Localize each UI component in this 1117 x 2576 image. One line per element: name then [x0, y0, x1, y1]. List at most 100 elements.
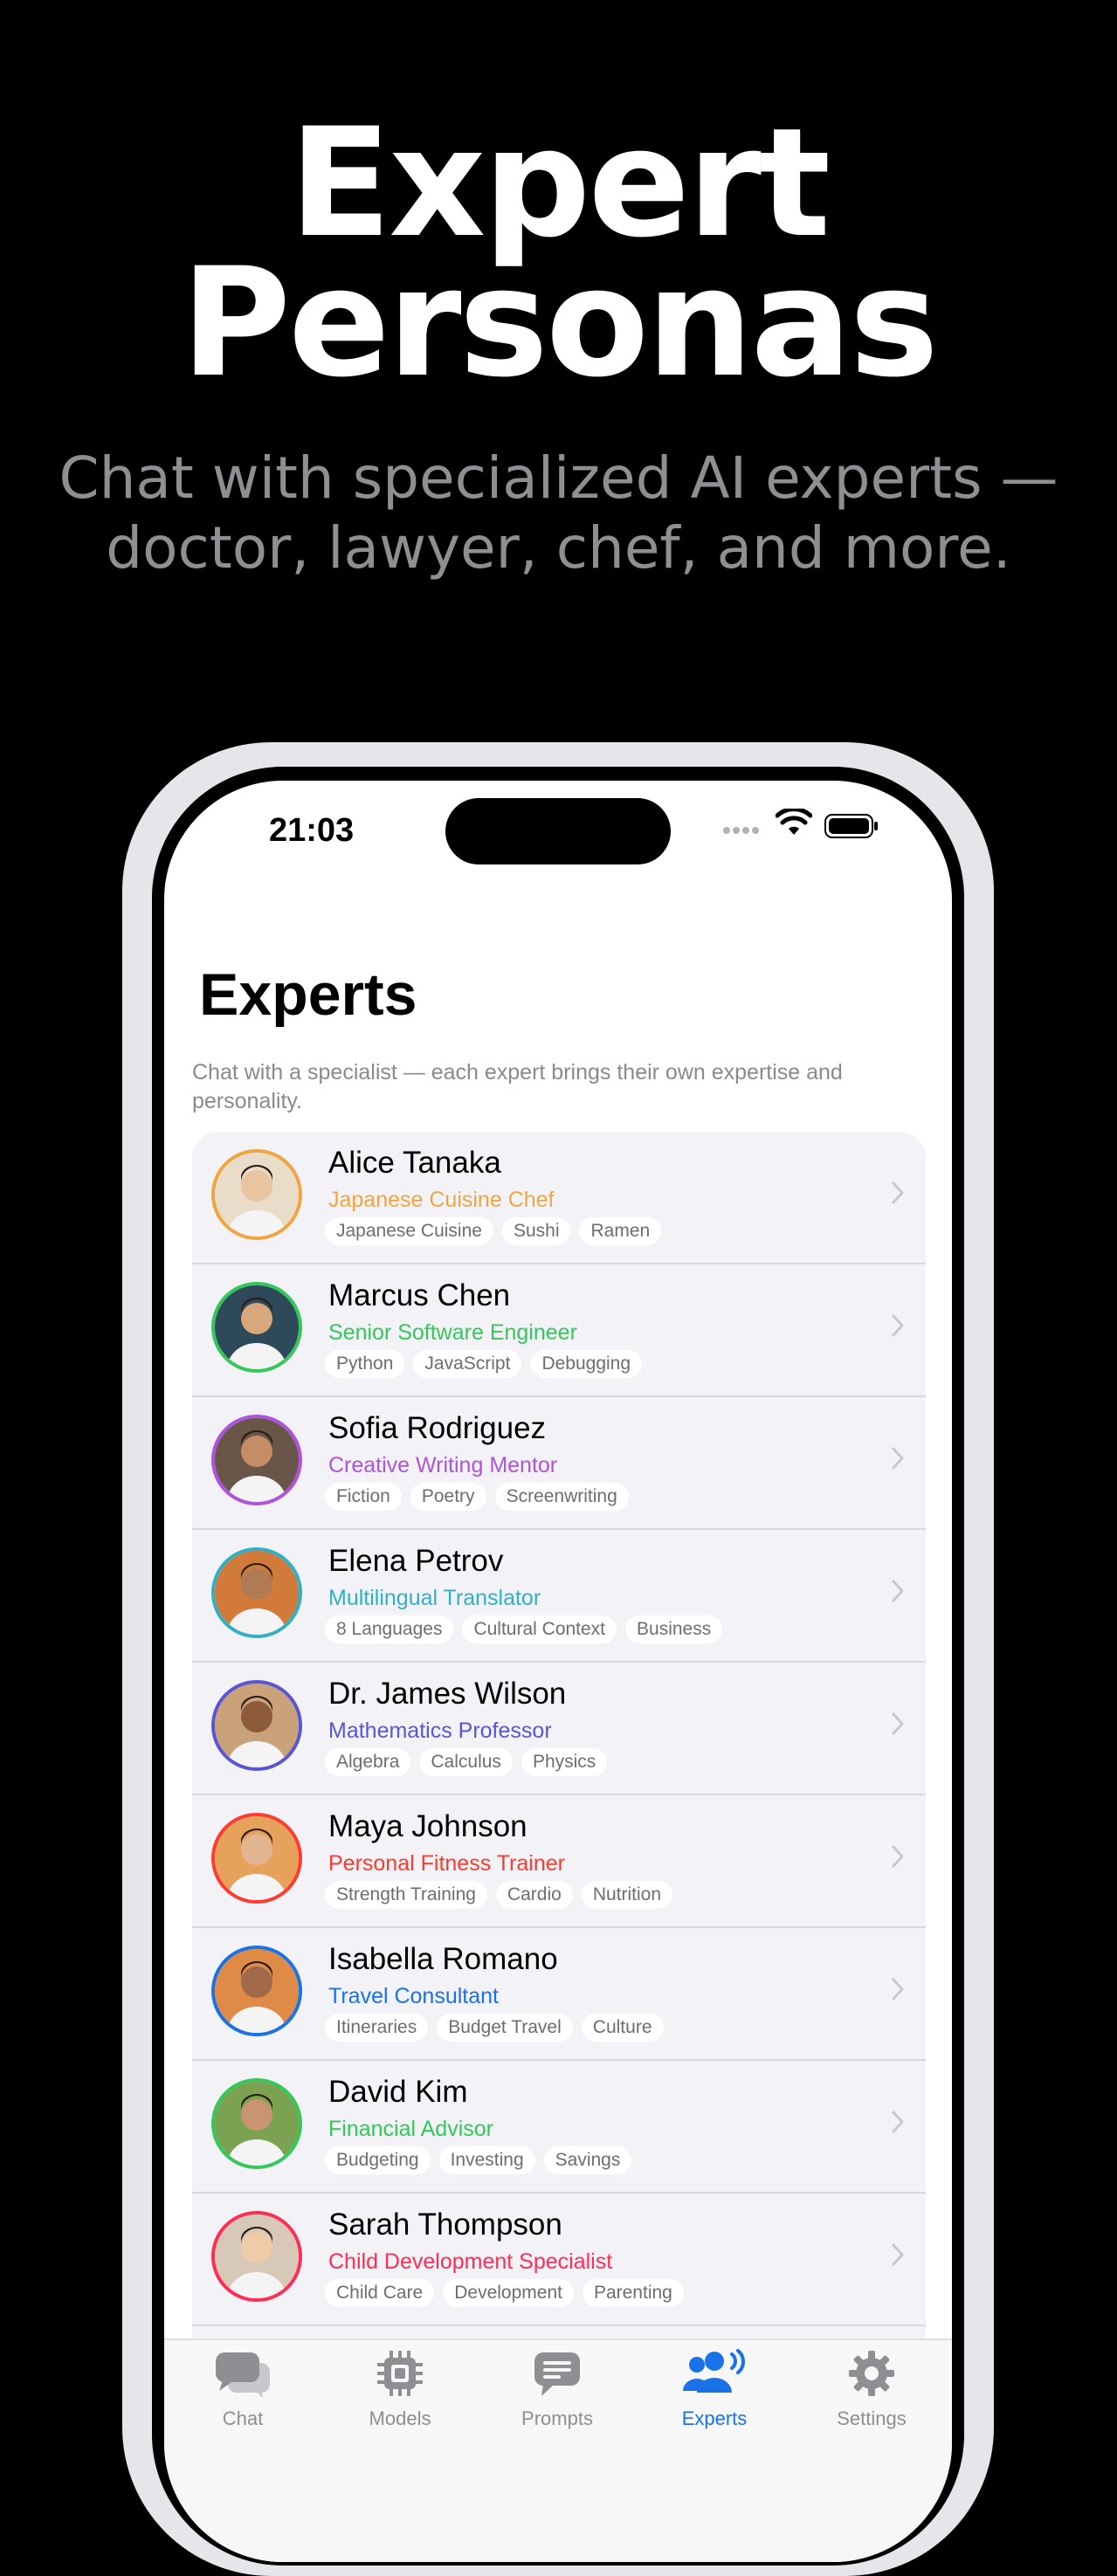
expert-tag: Budget Travel: [437, 2014, 573, 2042]
expert-tag: Japanese Cuisine: [325, 1217, 493, 1245]
wifi-icon: [776, 809, 812, 835]
text-bubble-icon: [534, 2352, 580, 2396]
expert-tag: Calculus: [419, 1748, 513, 1776]
expert-row[interactable]: David Kim Financial Advisor Budgeting Inves…: [192, 2061, 926, 2194]
expert-tag: Cultural Context: [462, 1615, 617, 1643]
expert-tag: Poetry: [410, 1483, 486, 1511]
expert-tag: Business: [625, 1615, 723, 1643]
hero-title-line-2: Personas: [181, 235, 939, 410]
avatar: [211, 2211, 302, 2302]
hero-subtitle: Chat with specialized AI experts — docto…: [0, 444, 1117, 583]
expert-name: Sarah Thompson: [328, 2208, 562, 2242]
avatar: [211, 1415, 302, 1505]
expert-tag: Nutrition: [581, 1881, 673, 1909]
chevron-right-icon: [892, 2243, 904, 2266]
chevron-right-icon: [892, 1580, 904, 1602]
expert-tag: Cardio: [495, 1881, 573, 1909]
expert-role: Child Development Specialist: [328, 2249, 613, 2274]
cpu-chip-icon: [377, 2351, 423, 2396]
expert-name: Sofia Rodriguez: [328, 1411, 547, 1445]
expert-name: Marcus Chen: [328, 1278, 511, 1312]
chevron-right-icon: [892, 2111, 904, 2133]
tab-settings[interactable]: Settings: [793, 2349, 950, 2430]
expert-tags: Child Care Development Parenting: [325, 2279, 693, 2307]
expert-name: Alice Tanaka: [328, 1146, 501, 1180]
expert-row[interactable]: Alice Tanaka Japanese Cuisine Chef Japanes…: [192, 1132, 926, 1264]
chevron-right-icon: [892, 1314, 904, 1337]
dynamic-island: [445, 798, 671, 864]
expert-name: Dr. James Wilson: [328, 1677, 567, 1711]
expert-row[interactable]: Elena Petrov Multilingual Translator 8 Lan…: [192, 1530, 926, 1663]
expert-tags: Budgeting Investing Savings: [325, 2146, 640, 2174]
tab-settings-label: Settings: [837, 2407, 907, 2429]
expert-row[interactable]: Marcus Chen Senior Software Engineer Pytho…: [192, 1264, 926, 1397]
avatar: [211, 1813, 302, 1904]
tab-bar: Chat Models Prompts Experts Settings: [164, 2338, 952, 2562]
expert-tag: Development: [443, 2279, 574, 2307]
expert-tag: Itineraries: [325, 2014, 429, 2042]
expert-name: Isabella Romano: [328, 1942, 558, 1976]
expert-tag: Debugging: [530, 1350, 643, 1378]
chevron-right-icon: [892, 1845, 904, 1868]
expert-role: Multilingual Translator: [328, 1586, 541, 1610]
expert-tag: Parenting: [582, 2279, 684, 2307]
expert-tag: Strength Training: [325, 1881, 487, 1909]
avatar: [211, 1149, 302, 1240]
expert-tag: JavaScript: [413, 1350, 522, 1378]
chevron-right-icon: [892, 1447, 904, 1470]
expert-tags: Strength Training Cardio Nutrition: [325, 1881, 681, 1909]
expert-tag: Fiction: [325, 1483, 402, 1511]
expert-row[interactable]: Sarah Thompson Child Development Speciali…: [192, 2194, 926, 2326]
expert-tags: Itineraries Budget Travel Culture: [325, 2014, 672, 2042]
avatar: [211, 1547, 302, 1638]
expert-tags: Algebra Calculus Physics: [325, 1748, 616, 1776]
expert-role: Financial Advisor: [328, 2117, 493, 2141]
expert-name: Maya Johnson: [328, 1809, 527, 1843]
expert-name: Elena Petrov: [328, 1544, 504, 1578]
expert-tag: Investing: [438, 2146, 535, 2174]
chevron-right-icon: [892, 1712, 904, 1735]
expert-tags: Japanese Cuisine Sushi Ramen: [325, 1217, 670, 1245]
expert-row[interactable]: Dr. James Wilson Mathematics Professor Alg…: [192, 1663, 926, 1795]
expert-tag: Child Care: [325, 2279, 435, 2307]
hero-title: Expert Personas: [0, 95, 1117, 410]
expert-tag: Savings: [543, 2146, 632, 2174]
tab-experts[interactable]: Experts: [636, 2349, 793, 2430]
gear-icon: [849, 2351, 894, 2396]
tab-models-label: Models: [369, 2407, 431, 2429]
expert-row[interactable]: Sofia Rodriguez Creative Writing Mentor Fi…: [192, 1397, 926, 1530]
hero-title-line-1: Expert: [288, 95, 831, 271]
expert-role: Senior Software Engineer: [328, 1320, 577, 1345]
tab-chat[interactable]: Chat: [164, 2349, 321, 2430]
expert-tags: Python JavaScript Debugging: [325, 1350, 651, 1378]
expert-tag: Python: [325, 1350, 405, 1378]
avatar: [211, 1282, 302, 1373]
status-time: 21:03: [269, 812, 355, 849]
page-description: Chat with a specialist — each expert bri…: [192, 1060, 843, 1113]
page-title: Experts: [199, 961, 417, 1028]
tab-chat-label: Chat: [222, 2407, 264, 2429]
avatar: [211, 2078, 302, 2169]
expert-role: Japanese Cuisine Chef: [328, 1188, 555, 1212]
tab-models[interactable]: Models: [321, 2349, 479, 2430]
expert-tag: 8 Languages: [325, 1615, 454, 1643]
expert-tag: Algebra: [325, 1748, 411, 1776]
expert-tag: Ramen: [579, 1217, 662, 1245]
expert-row[interactable]: Maya Johnson Personal Fitness Trainer Stre…: [192, 1795, 926, 1928]
expert-tag: Culture: [581, 2014, 664, 2042]
phone-screen: 21:03 Experts Chat with a specialist — e…: [164, 781, 952, 2562]
avatar: [211, 1946, 302, 2036]
expert-role: Creative Writing Mentor: [328, 1453, 558, 1477]
hero-subtitle-line-2: doctor, lawyer, chef, and more.: [106, 514, 1011, 582]
chat-bubbles-icon: [216, 2352, 270, 2398]
expert-role: Mathematics Professor: [328, 1718, 552, 1743]
cellular-signal-icon: [723, 823, 763, 834]
tab-prompts[interactable]: Prompts: [479, 2349, 636, 2430]
expert-role: Travel Consultant: [328, 1984, 499, 2008]
people-voice-icon: [683, 2349, 745, 2393]
expert-role: Personal Fitness Trainer: [328, 1851, 565, 1876]
expert-row[interactable]: Isabella Romano Travel Consultant Itinerar…: [192, 1928, 926, 2061]
avatar: [211, 1680, 302, 1771]
expert-tags: Fiction Poetry Screenwriting: [325, 1483, 638, 1511]
expert-tag: Screenwriting: [494, 1483, 629, 1511]
